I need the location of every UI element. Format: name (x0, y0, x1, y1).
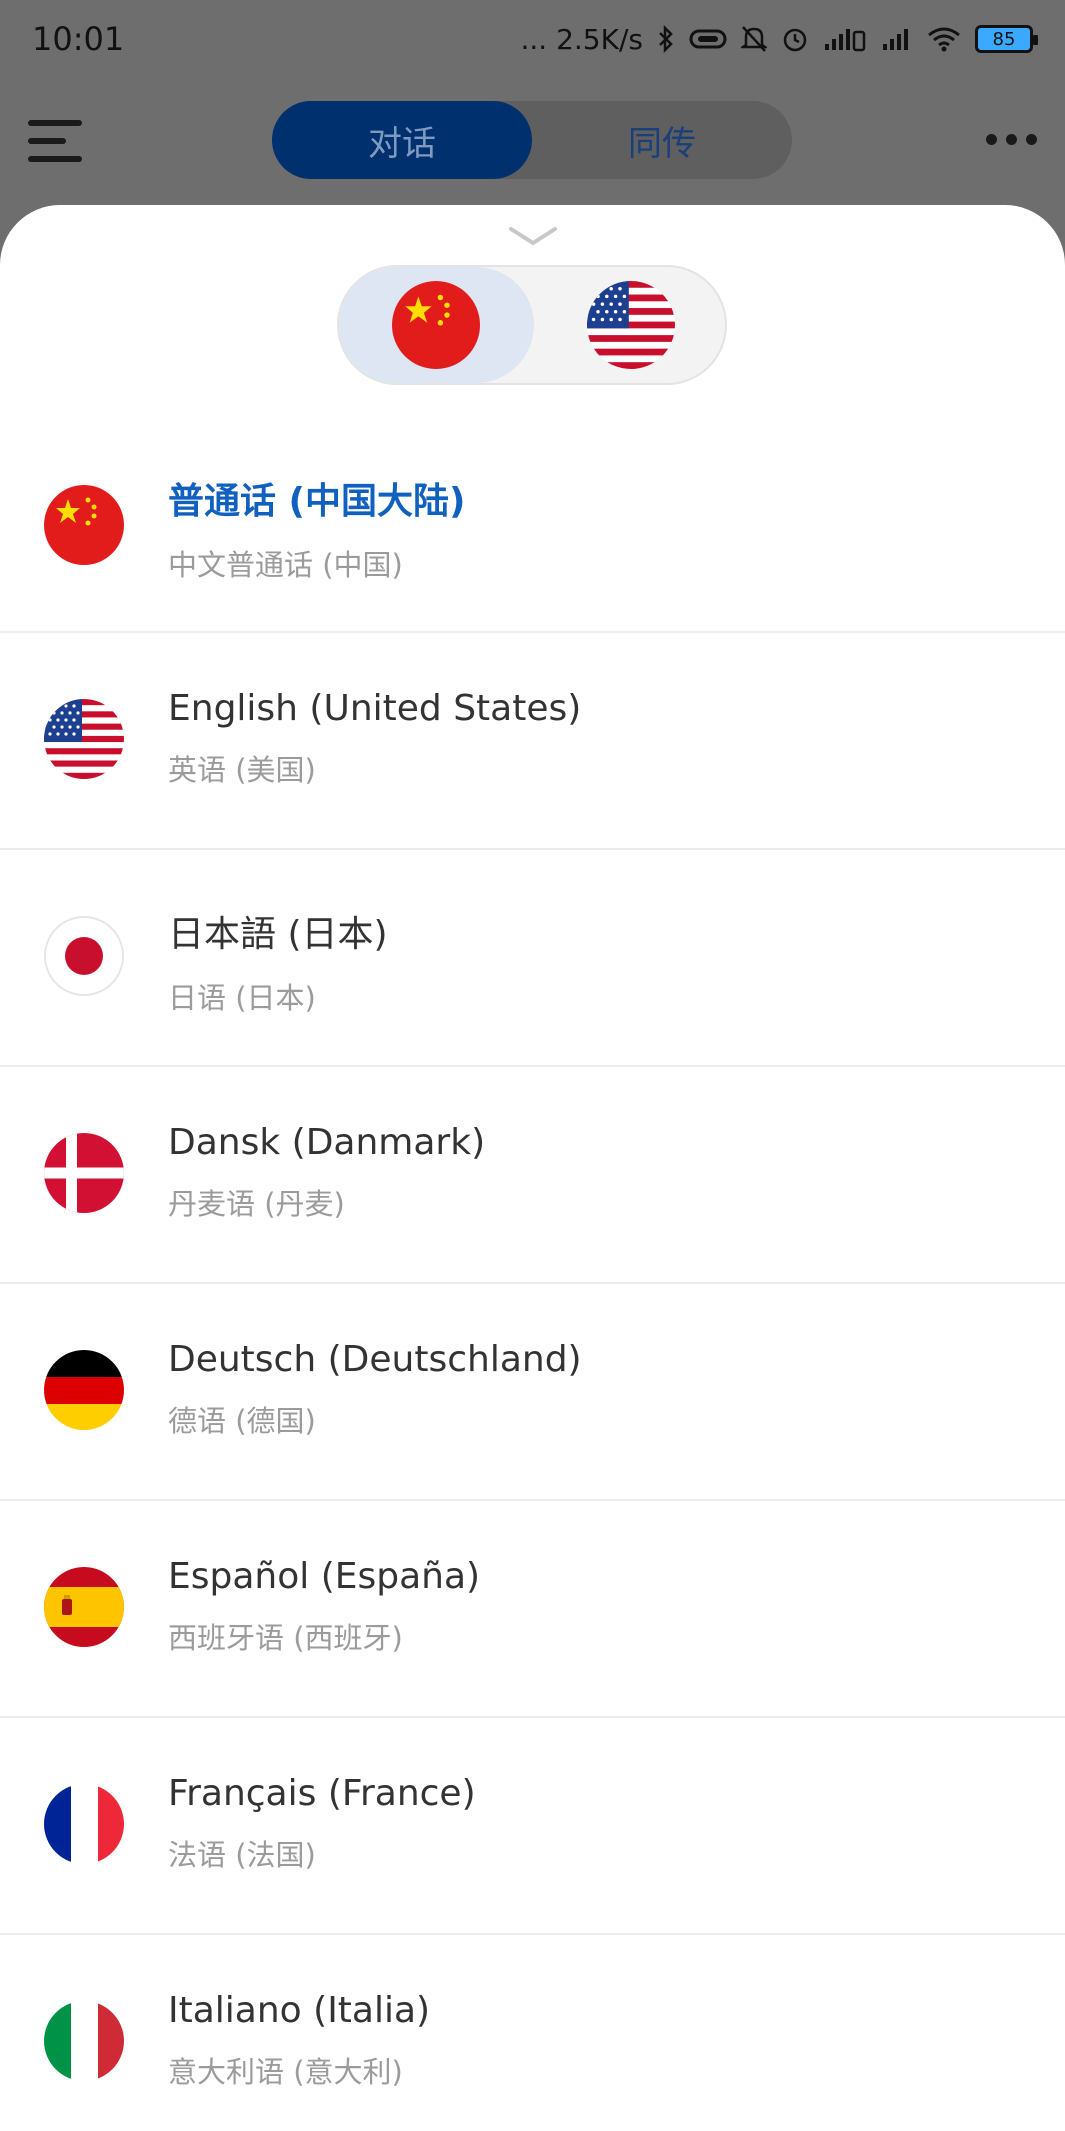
cn-flag-icon[interactable] (392, 281, 480, 369)
language-name: Italiano (Italia) (168, 1990, 431, 2031)
wifi-icon (927, 26, 961, 52)
language-text: Dansk (Danmark) 丹麦语 (丹麦) (168, 1122, 485, 1223)
language-subtitle: 英语 (美国) (168, 753, 316, 787)
language-text: Français (France) 法语 (法国) (168, 1773, 476, 1874)
language-text: 日本語 (日本) 日语 (日本) (168, 905, 388, 1017)
language-text: Italiano (Italia) 意大利语 (意大利) (168, 1990, 430, 2091)
language-pair-switch (337, 265, 727, 385)
language-text: 普通话 (中国大陆) 中文普通话 (中国) (168, 472, 465, 584)
menu-icon[interactable] (28, 120, 84, 164)
language-item-zh-cn[interactable]: 普通话 (中国大陆) 中文普通话 (中国) (0, 430, 1065, 633)
status-icons: ... 2.5K/s 85 (520, 22, 1038, 56)
vibrate-icon (689, 28, 727, 50)
bluetooth-icon (657, 25, 675, 53)
more-icon[interactable] (986, 134, 1037, 145)
language-text: English (United States) 英语 (美国) (168, 688, 581, 789)
language-name: Deutsch (Deutschland) (168, 1339, 582, 1380)
tab-simultaneous[interactable]: 同传 (532, 101, 792, 179)
jp-flag-icon (44, 916, 124, 996)
language-subtitle: 中文普通话 (中国) (168, 548, 403, 582)
language-item-da-dk[interactable]: Dansk (Danmark) 丹麦语 (丹麦) (0, 1067, 1065, 1284)
us-flag-icon[interactable] (587, 281, 675, 369)
language-subtitle: 德语 (德国) (168, 1404, 316, 1438)
language-name: English (United States) (168, 688, 582, 729)
language-item-es-es[interactable]: Español (España) 西班牙语 (西班牙) (0, 1501, 1065, 1718)
us-flag-icon (44, 699, 124, 779)
language-text: Deutsch (Deutschland) 德语 (德国) (168, 1339, 582, 1440)
language-name: 普通话 (中国大陆) (168, 481, 466, 522)
language-name: Español (España) (168, 1556, 481, 1597)
battery-level: 85 (992, 28, 1016, 50)
language-item-it-it[interactable]: Italiano (Italia) 意大利语 (意大利) (0, 1935, 1065, 2131)
battery-icon: 85 (975, 25, 1038, 53)
status-time: 10:01 (32, 20, 125, 58)
de-flag-icon (44, 1350, 124, 1430)
it-flag-icon (44, 2001, 124, 2081)
alarm-icon (781, 25, 809, 53)
language-subtitle: 西班牙语 (西班牙) (168, 1621, 403, 1655)
language-item-de-de[interactable]: Deutsch (Deutschland) 德语 (德国) (0, 1284, 1065, 1501)
network-speed: ... 2.5K/s (520, 22, 643, 56)
mode-toggle: 对话 同传 (272, 101, 792, 179)
signal-icon (881, 26, 913, 52)
language-text: Español (España) 西班牙语 (西班牙) (168, 1556, 480, 1657)
language-name: Dansk (Danmark) (168, 1122, 486, 1163)
es-flag-icon (44, 1567, 124, 1647)
fr-flag-icon (44, 1784, 124, 1864)
language-list: 普通话 (中国大陆) 中文普通话 (中国) English (United St… (0, 430, 1065, 2131)
status-bar: 10:01 ... 2.5K/s 85 (0, 0, 1065, 78)
language-item-en-us[interactable]: English (United States) 英语 (美国) (0, 633, 1065, 850)
language-item-fr-fr[interactable]: Français (France) 法语 (法国) (0, 1718, 1065, 1935)
dk-flag-icon (44, 1133, 124, 1213)
language-name: 日本語 (日本) (168, 914, 388, 955)
language-subtitle: 日语 (日本) (168, 981, 316, 1015)
language-subtitle: 法语 (法国) (168, 1838, 316, 1872)
language-subtitle: 丹麦语 (丹麦) (168, 1187, 345, 1221)
language-sheet: 普通话 (中国大陆) 中文普通话 (中国) English (United St… (0, 205, 1065, 2131)
language-item-ja-jp[interactable]: 日本語 (日本) 日语 (日本) (0, 850, 1065, 1067)
tab-dialogue[interactable]: 对话 (272, 101, 532, 179)
app-bar: 对话 同传 (0, 78, 1065, 203)
language-subtitle: 意大利语 (意大利) (168, 2055, 403, 2089)
chevron-down-icon[interactable] (507, 223, 559, 249)
mute-icon (741, 25, 767, 53)
cn-flag-icon (44, 485, 124, 565)
language-name: Français (France) (168, 1773, 476, 1814)
signal-icon (823, 26, 867, 52)
